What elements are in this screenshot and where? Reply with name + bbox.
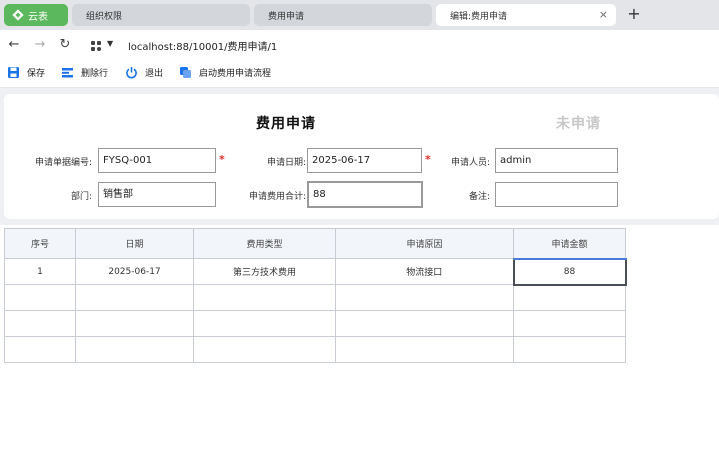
date-label: 申请日期: [266,158,306,168]
total-field[interactable]: 88 [307,181,423,208]
table-header-row: 序号 日期 费用类型 申请原因 申请金额 [4,228,626,260]
cell-expense-type[interactable]: 第三方技术费用 [193,258,336,285]
table-row: 1 2025-06-17 第三方技术费用 物流接口 88 [4,257,627,286]
table-row [4,284,626,311]
applicant-label: 申请人员: [450,158,490,168]
cell-date[interactable] [75,284,194,311]
cell-reason[interactable] [335,336,514,363]
app-tab-label: 云表 [28,11,48,23]
tab-label: 编辑:费用申请 [450,11,508,22]
cell-date[interactable]: 2025-06-17 [75,258,194,285]
header-reason[interactable]: 申请原因 [335,228,514,259]
browser-tab-bar: 云表 组织权限 费用申请 编辑:费用申请 × + [0,0,719,30]
table-row [4,310,626,337]
close-tab-icon[interactable]: × [599,8,608,21]
dept-label: 部门: [70,192,92,202]
cell-amount[interactable] [513,284,626,311]
start-flow-button[interactable]: 启动费用申请流程 [179,66,271,79]
status-badge: 未申请 [556,116,601,132]
cell-reason[interactable] [335,284,514,311]
date-field[interactable]: 2025-06-17 [307,148,422,173]
power-icon [126,67,137,79]
detail-table: 序号 日期 费用类型 申请原因 申请金额 1 2025-06-17 第三方技术费… [4,228,627,363]
header-expense-type[interactable]: 费用类型 [193,228,336,259]
cell-seq[interactable] [4,336,76,363]
reload-icon[interactable]: ↻ [57,37,73,53]
start-flow-label: 启动费用申请流程 [199,69,272,79]
doc-no-field[interactable]: FYSQ-001 [98,148,216,173]
save-label: 保存 [27,69,46,79]
cell-seq[interactable]: 1 [4,258,76,285]
toolbar: 保存 删除行 退出 启动费用申请流程 [0,60,719,88]
required-mark: * [219,153,225,166]
url-field[interactable]: localhost:88/10001/费用申请/1 [128,38,277,53]
remark-field[interactable] [495,182,618,207]
table-row [4,336,626,363]
cell-date[interactable] [75,336,194,363]
address-bar: ← → ↻ ▼ localhost:88/10001/费用申请/1 [0,30,719,60]
exit-label: 退出 [145,69,164,79]
detail-table-area: 序号 日期 费用类型 申请原因 申请金额 1 2025-06-17 第三方技术费… [0,225,719,449]
delete-row-label: 删除行 [81,69,109,79]
save-icon [8,67,19,78]
cell-reason[interactable] [335,310,514,337]
form-title: 费用申请 [256,116,316,132]
cell-expense-type[interactable] [193,284,336,311]
cell-expense-type[interactable] [193,336,336,363]
new-tab-button[interactable]: + [625,4,643,24]
remark-label: 备注: [468,192,490,202]
form-card: 费用申请 未申请 申请单据编号: FYSQ-001 * 申请日期: 2025-0… [4,94,719,219]
header-seq[interactable]: 序号 [4,228,76,259]
app-tab[interactable]: 云表 [4,4,68,26]
tab-org-permissions[interactable]: 组织权限 [72,4,250,26]
tab-label: 费用申请 [268,11,305,22]
total-label: 申请费用合计: [248,192,306,202]
tab-expense-request[interactable]: 费用申请 [254,4,432,26]
forward-icon[interactable]: → [32,37,48,53]
applicant-field[interactable]: admin [495,148,618,173]
back-icon[interactable]: ← [6,37,22,53]
tab-label: 组织权限 [86,11,123,22]
cell-amount[interactable]: 88 [512,257,627,286]
header-date[interactable]: 日期 [75,228,194,259]
tab-edit-expense-request[interactable]: 编辑:费用申请 × [436,4,616,26]
workflow-icon [180,67,191,78]
cell-seq[interactable] [4,284,76,311]
cell-expense-type[interactable] [193,310,336,337]
cell-date[interactable] [75,310,194,337]
delete-row-button[interactable]: 删除行 [61,66,108,79]
exit-button[interactable]: 退出 [125,66,163,79]
cell-amount[interactable] [513,310,626,337]
chevron-down-icon[interactable]: ▼ [107,39,113,48]
cell-seq[interactable] [4,310,76,337]
header-amount[interactable]: 申请金额 [513,228,626,260]
cell-amount[interactable] [513,336,626,363]
app-logo-icon [12,9,24,21]
doc-no-label: 申请单据编号: [34,158,92,168]
dept-field[interactable]: 销售部 [98,182,216,207]
save-button[interactable]: 保存 [7,66,45,79]
cell-reason[interactable]: 物流接口 [335,258,514,285]
site-info-icon[interactable] [90,40,102,52]
delete-row-icon [62,68,73,78]
